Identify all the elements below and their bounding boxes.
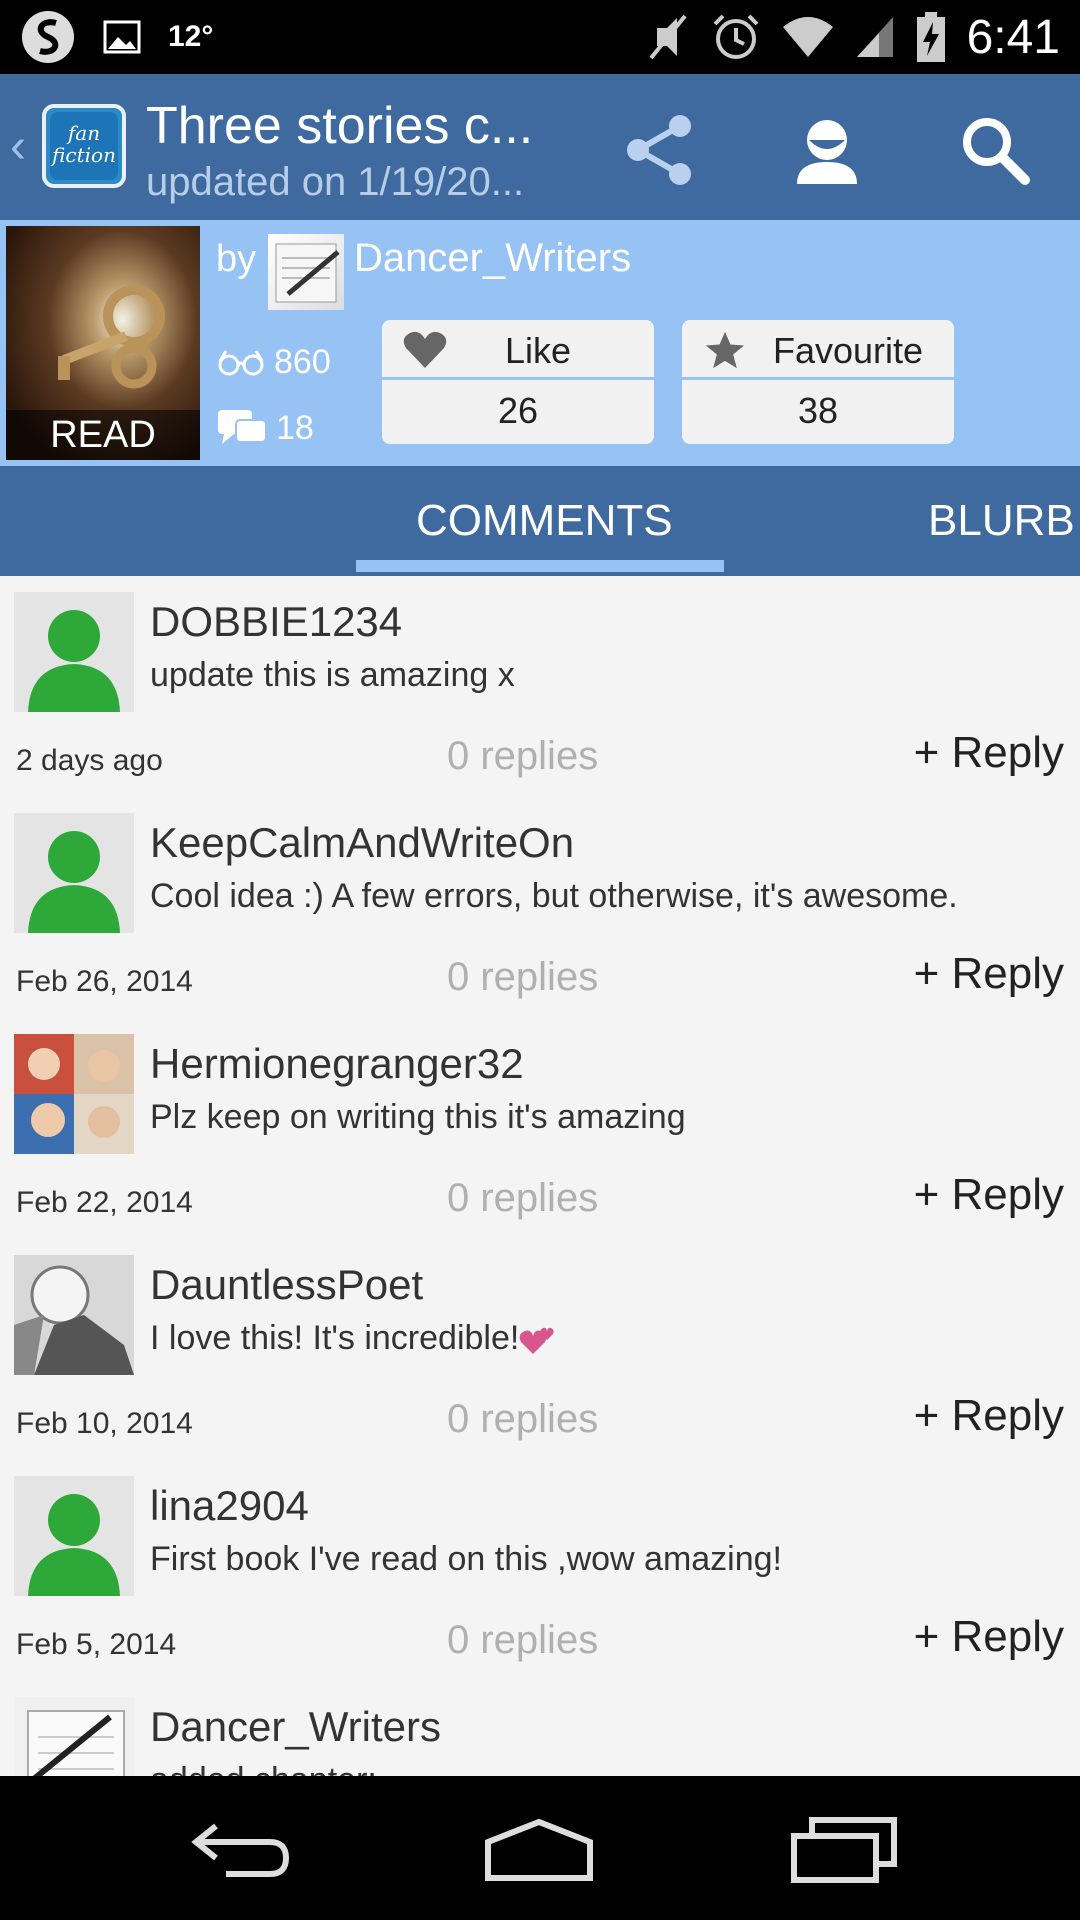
user-photo <box>14 1255 134 1375</box>
replies-count[interactable]: 0 replies <box>447 734 598 779</box>
comment-text: Plz keep on writing this it's amazing <box>150 1098 686 1136</box>
alarm-icon <box>713 14 758 59</box>
clock: 6:41 <box>966 10 1060 64</box>
comment-username[interactable]: DauntlessPoet <box>150 1261 423 1309</box>
tab-bar: COMMENTS BLURB <box>0 466 1080 576</box>
comment-username[interactable]: DOBBIE1234 <box>150 598 402 646</box>
comment-date: Feb 5, 2014 <box>16 1628 177 1661</box>
favourite-label: Favourite <box>772 330 924 371</box>
avatar[interactable] <box>14 1697 134 1776</box>
search-icon[interactable] <box>955 110 1035 190</box>
reply-button[interactable]: + Reply <box>914 1612 1064 1662</box>
list-item: Dancer_Writers added chapter: <box>0 1681 1080 1776</box>
favourite-count: 38 <box>797 390 839 431</box>
key-image <box>58 285 165 389</box>
comments-stat: 18 <box>216 408 314 448</box>
comment-text: Cool idea :) A few errors, but otherwise… <box>150 877 958 915</box>
comments-list[interactable]: DOBBIE1234 update this is amazing x 2 da… <box>0 576 1080 1776</box>
cell-signal-icon <box>856 17 893 57</box>
comment-date: Feb 10, 2014 <box>16 1407 193 1440</box>
comment-username[interactable]: lina2904 <box>150 1482 309 1530</box>
views-count: 860 <box>274 342 331 381</box>
story-updated-date: updated on 1/19/20... <box>146 160 525 204</box>
favourite-button[interactable]: Favourite 38 <box>682 320 954 444</box>
navigation-bar <box>0 1776 1080 1920</box>
comment-bubbles-icon <box>218 410 267 444</box>
by-label: by <box>216 238 257 280</box>
comments-count: 18 <box>276 408 314 447</box>
story-cover[interactable]: READ <box>6 226 200 460</box>
avatar[interactable] <box>14 813 134 933</box>
replies-count[interactable]: 0 replies <box>447 955 598 1000</box>
like-label: Like <box>504 330 572 371</box>
read-label: READ <box>6 410 200 460</box>
comment-text-body: I love this! It's incredible! <box>150 1319 520 1357</box>
up-caret-icon[interactable]: ‹ <box>10 122 40 172</box>
comment-date: Feb 22, 2014 <box>16 1186 193 1219</box>
comment-username[interactable]: Hermionegranger32 <box>150 1040 524 1088</box>
avatar[interactable] <box>14 1034 134 1154</box>
story-header: READ by Dancer_Writers 860 18 Like 26 Fa… <box>0 220 1080 466</box>
swype-icon <box>22 11 74 63</box>
image-notification-icon <box>103 20 141 54</box>
avatar[interactable] <box>14 1255 134 1375</box>
user-photo <box>14 1034 134 1154</box>
replies-count[interactable]: 0 replies <box>447 1397 598 1442</box>
like-button[interactable]: Like 26 <box>382 320 654 444</box>
glasses-icon <box>218 350 264 376</box>
tab-comments[interactable]: COMMENTS <box>416 496 673 546</box>
comment-date: 2 days ago <box>16 744 163 777</box>
default-user-icon <box>14 813 134 933</box>
views-stat: 860 <box>216 342 331 382</box>
tab-selected-indicator <box>356 560 724 572</box>
like-count: 26 <box>497 390 539 431</box>
comment-username[interactable]: KeepCalmAndWriteOn <box>150 819 574 867</box>
reply-button[interactable]: + Reply <box>914 728 1064 778</box>
comment-date: Feb 26, 2014 <box>16 965 193 998</box>
comment-text: First book I've read on this ,wow amazin… <box>150 1540 782 1578</box>
notebook-pen-image <box>14 1697 134 1776</box>
default-user-icon <box>14 1476 134 1596</box>
notebook-pen-image <box>275 243 340 303</box>
list-item: lina2904 First book I've read on this ,w… <box>0 1460 1080 1681</box>
action-bar: ‹ fan fiction Three stories c... updated… <box>0 74 1080 220</box>
app-logo[interactable]: fan fiction <box>42 104 126 188</box>
two-hearts-emoji-icon <box>519 1327 554 1355</box>
battery-charging-icon <box>916 12 945 62</box>
status-bar: 12° 6:41 <box>0 0 1080 74</box>
list-item: DauntlessPoet I love this! It's incredib… <box>0 1239 1080 1460</box>
comment-text: update this is amazing x <box>150 656 515 694</box>
tab-blurb[interactable]: BLURB <box>928 496 1075 546</box>
replies-count[interactable]: 0 replies <box>447 1618 598 1663</box>
back-icon[interactable] <box>186 1812 296 1886</box>
replies-count[interactable]: 0 replies <box>447 1176 598 1221</box>
reply-button[interactable]: + Reply <box>914 1391 1064 1441</box>
comment-text: added chapter: <box>150 1761 377 1776</box>
share-icon[interactable] <box>620 110 700 190</box>
avatar[interactable] <box>14 1476 134 1596</box>
temperature: 12° <box>168 20 214 53</box>
wifi-icon <box>782 17 833 57</box>
author-avatar[interactable] <box>268 234 344 310</box>
reply-button[interactable]: + Reply <box>914 1170 1064 1220</box>
recent-apps-icon[interactable] <box>790 1812 900 1886</box>
default-user-icon <box>14 592 134 712</box>
profile-icon[interactable] <box>787 110 867 190</box>
list-item: Hermionegranger32 Plz keep on writing th… <box>0 1018 1080 1239</box>
list-item: KeepCalmAndWriteOn Cool idea :) A few er… <box>0 797 1080 1018</box>
story-title: Three stories c... <box>146 97 534 155</box>
comment-username[interactable]: Dancer_Writers <box>150 1703 441 1751</box>
list-item: DOBBIE1234 update this is amazing x 2 da… <box>0 576 1080 797</box>
app-logo-text: fan fiction <box>50 112 118 180</box>
avatar[interactable] <box>14 592 134 712</box>
author-name[interactable]: Dancer_Writers <box>354 236 631 281</box>
comment-text: I love this! It's incredible! <box>150 1319 559 1358</box>
mute-icon <box>649 14 687 60</box>
reply-button[interactable]: + Reply <box>914 949 1064 999</box>
home-icon[interactable] <box>484 1812 594 1886</box>
